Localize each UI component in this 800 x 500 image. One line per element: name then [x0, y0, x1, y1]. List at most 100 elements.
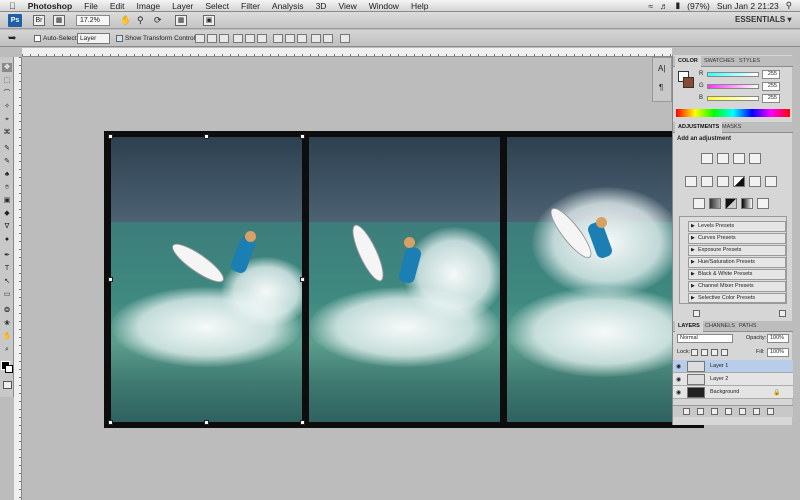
background-color-swatch[interactable] — [5, 365, 13, 373]
photo-filter-icon[interactable] — [749, 176, 761, 187]
preset-exposure[interactable]: Exposure Presets — [688, 245, 786, 256]
threshold-icon[interactable] — [725, 198, 737, 209]
horizontal-ruler[interactable] — [22, 48, 672, 57]
workspace-switcher[interactable]: ESSENTIALS ▾ — [735, 15, 791, 24]
zoom-level[interactable]: 17.2% — [76, 15, 110, 26]
auto-select-checkbox[interactable] — [34, 35, 41, 42]
menu-window[interactable]: Window — [363, 1, 405, 11]
transform-handle[interactable] — [108, 277, 113, 282]
tab-color[interactable]: COLOR — [675, 56, 701, 67]
3d-orbit-tool-icon[interactable]: ❀ — [2, 319, 12, 328]
tab-swatches[interactable]: SWATCHES — [701, 56, 738, 67]
menu-analysis[interactable]: Analysis — [266, 1, 310, 11]
hue-saturation-icon[interactable] — [701, 176, 713, 187]
channel-g-slider[interactable] — [707, 84, 759, 89]
preset-hue-saturation[interactable]: Hue/Saturation Presets — [688, 257, 786, 268]
layer-row[interactable]: ◉ Layer 1 — [673, 360, 793, 373]
channel-r-slider[interactable] — [707, 72, 759, 77]
channel-b-slider[interactable] — [707, 96, 759, 101]
color-ramp[interactable] — [676, 109, 790, 117]
arrange-documents-icon[interactable]: ▦ — [175, 15, 187, 26]
healing-brush-tool-icon[interactable]: ✎ — [2, 144, 12, 153]
menu-layer[interactable]: Layer — [166, 1, 199, 11]
paragraph-panel-icon[interactable]: ¶ — [659, 83, 663, 92]
wifi-icon[interactable]: ≈ — [648, 1, 653, 11]
new-adjustment-layer-icon[interactable] — [725, 408, 732, 415]
clone-stamp-tool-icon[interactable]: ♣ — [2, 170, 12, 179]
move-tool-icon[interactable]: ✥ — [2, 63, 12, 72]
vertical-ruler[interactable] — [14, 57, 22, 500]
auto-select-dropdown[interactable]: Layer — [77, 33, 110, 44]
eye-icon[interactable]: ◉ — [676, 376, 681, 383]
transform-handle[interactable] — [204, 134, 209, 139]
shape-tool-icon[interactable]: ▭ — [2, 290, 12, 299]
crop-tool-icon[interactable]: ⌖ — [2, 115, 12, 124]
rotate-view-icon[interactable]: ⟳ — [154, 15, 162, 26]
transform-handle[interactable] — [108, 134, 113, 139]
battery-icon[interactable]: ▮ — [675, 0, 680, 11]
adjustments-bottom-icon[interactable] — [693, 310, 700, 317]
eraser-tool-icon[interactable]: ▣ — [2, 196, 12, 205]
document-canvas[interactable] — [104, 131, 704, 428]
vibrance-icon[interactable] — [685, 176, 697, 187]
brightness-contrast-icon[interactable] — [701, 153, 713, 164]
tab-layers[interactable]: LAYERS — [675, 321, 703, 332]
distribute-vcenter-icon[interactable] — [285, 34, 295, 43]
channel-b-value[interactable]: 255 — [762, 94, 780, 103]
exposure-icon[interactable] — [749, 153, 761, 164]
tab-channels[interactable]: CHANNELS — [702, 321, 738, 332]
selective-color-icon[interactable] — [757, 198, 769, 209]
distribute-left-icon[interactable] — [311, 34, 321, 43]
layer-style-icon[interactable] — [697, 408, 704, 415]
menu-file[interactable]: File — [78, 1, 104, 11]
align-vcenter-icon[interactable] — [207, 34, 217, 43]
preset-black-white[interactable]: Black & White Presets — [688, 269, 786, 280]
background-color-box[interactable] — [683, 77, 694, 88]
type-tool-icon[interactable]: T — [2, 264, 12, 273]
menu-filter[interactable]: Filter — [235, 1, 266, 11]
preset-levels[interactable]: Levels Presets — [688, 221, 786, 232]
preset-selective-color[interactable]: Selective Color Presets — [688, 293, 786, 303]
preset-channel-mixer[interactable]: Channel Mixer Presets — [688, 281, 786, 292]
tab-paths[interactable]: PATHS — [736, 321, 760, 332]
menu-edit[interactable]: Edit — [104, 1, 131, 11]
clock[interactable]: Sun Jan 2 21:23 — [717, 1, 779, 11]
lock-transparent-icon[interactable] — [691, 349, 698, 356]
opacity-input[interactable]: 100% — [767, 334, 789, 343]
curves-icon[interactable] — [733, 153, 745, 164]
hand-tool-icon[interactable]: ✋ — [2, 332, 12, 341]
brush-tool-icon[interactable]: ✎ — [2, 157, 12, 166]
align-right-icon[interactable] — [257, 34, 267, 43]
distribute-bottom-icon[interactable] — [297, 34, 307, 43]
channel-g-value[interactable]: 255 — [762, 82, 780, 91]
posterize-icon[interactable] — [709, 198, 721, 209]
layer-row[interactable]: ◉ Layer 2 — [673, 373, 793, 386]
levels-icon[interactable] — [717, 153, 729, 164]
volume-icon[interactable]: ♬ — [660, 1, 669, 11]
tab-masks[interactable]: MASKS — [719, 122, 744, 133]
eye-icon[interactable]: ◉ — [676, 389, 681, 396]
bridge-icon[interactable]: Br — [33, 15, 45, 26]
blur-tool-icon[interactable]: ∇ — [2, 222, 12, 231]
blend-mode-dropdown[interactable]: Normal — [677, 334, 733, 343]
tab-adjustments[interactable]: ADJUSTMENTS — [675, 122, 723, 133]
eye-icon[interactable]: ◉ — [676, 363, 681, 370]
color-balance-icon[interactable] — [717, 176, 729, 187]
black-white-icon[interactable] — [733, 176, 745, 187]
spotlight-icon[interactable]: ⚲ — [786, 0, 792, 11]
lock-image-icon[interactable] — [701, 349, 708, 356]
gradient-map-icon[interactable] — [741, 198, 753, 209]
layer-row[interactable]: ◉ Background 🔒 — [673, 386, 793, 399]
channel-mixer-icon[interactable] — [765, 176, 777, 187]
transform-handle[interactable] — [300, 420, 305, 425]
add-mask-icon[interactable] — [711, 408, 718, 415]
apple-icon[interactable]:  — [0, 1, 22, 11]
lock-all-icon[interactable] — [721, 349, 728, 356]
history-brush-tool-icon[interactable]: ⌾ — [2, 183, 12, 192]
new-layer-icon[interactable] — [753, 408, 760, 415]
dodge-tool-icon[interactable]: ● — [2, 235, 12, 244]
align-hcenter-icon[interactable] — [245, 34, 255, 43]
quick-select-tool-icon[interactable]: ✧ — [2, 102, 12, 111]
character-panel-icon[interactable]: A| — [658, 64, 665, 73]
3d-rotate-tool-icon[interactable]: ❂ — [2, 306, 12, 315]
